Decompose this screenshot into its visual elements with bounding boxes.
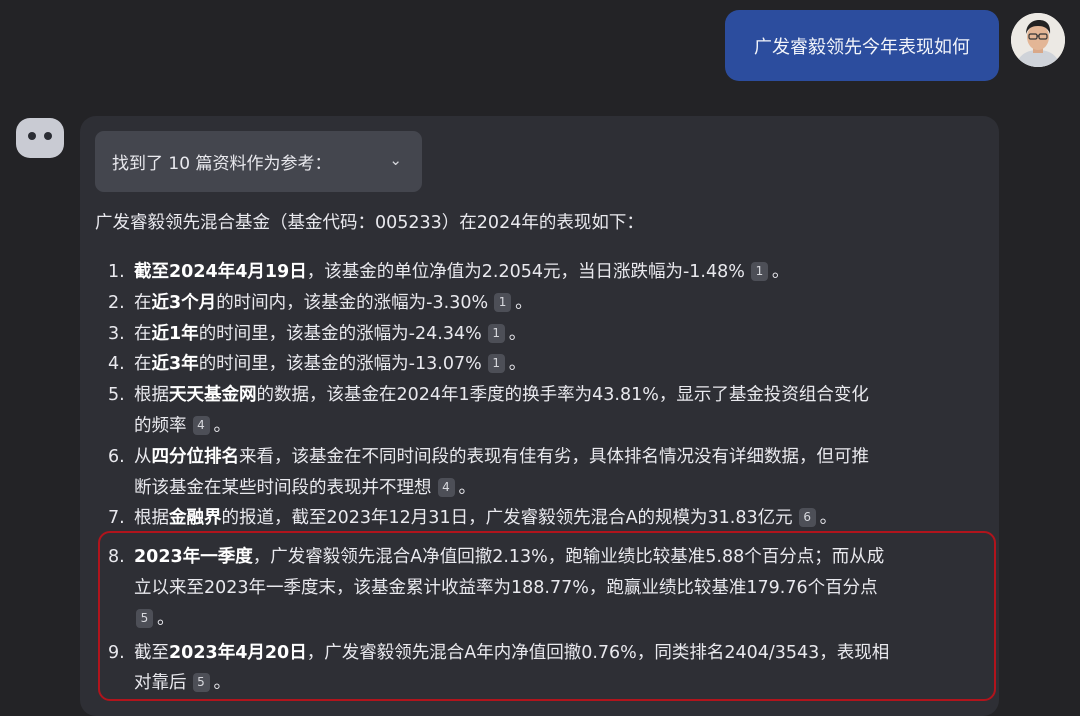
list-item-text: 截至2024年4月19日，该基金的单位净值为2.2054元，当日涨跌幅为-1.4… xyxy=(134,257,789,287)
text-segment: 。 xyxy=(508,323,527,344)
list-item-text: 在近3个月的时间内，该基金的涨幅为-3.30% 1。 xyxy=(134,288,533,318)
list-item-text: 根据金融界的报道，截至2023年12月31日，广发睿毅领先混合A的规模为31.8… xyxy=(134,503,837,533)
bold-keyword: 金融界 xyxy=(169,508,222,529)
text-segment: 。 xyxy=(213,673,232,694)
text-segment: 。 xyxy=(458,477,477,498)
list-item: 1. 截至2024年4月19日，该基金的单位净值为2.2054元，当日涨跌幅为-1… xyxy=(0,257,1000,287)
citation-badge[interactable]: 1 xyxy=(487,354,505,374)
text-segment: 的时间里，该基金的涨幅为-13.07% xyxy=(198,354,482,375)
list-item-text: 的频率 4。 xyxy=(134,411,231,441)
list-item-text: 5。 xyxy=(134,604,175,634)
user-message-bubble: 广发睿毅领先今年表现如何 xyxy=(725,10,999,81)
bold-keyword: 近3年 xyxy=(151,354,199,375)
text-segment: ，该基金的单位净值为2.2054元，当日涨跌幅为-1.48% xyxy=(306,262,745,282)
list-item-text: 立以来至2023年一季度末，该基金累计收益率为188.77%，跑赢业绩比较基准1… xyxy=(134,573,878,603)
text-segment: 。 xyxy=(508,354,527,375)
assistant-avatar-eye-left xyxy=(28,132,36,140)
text-segment: 根据 xyxy=(134,508,169,529)
list-item-number: 9. xyxy=(108,642,125,663)
text-segment: 。 xyxy=(157,608,175,629)
list-item-number: 2. xyxy=(108,292,125,313)
citation-badge[interactable]: 5 xyxy=(192,673,210,693)
assistant-avatar-eye-right xyxy=(44,132,52,140)
list-item: 立以来至2023年一季度末，该基金累计收益率为188.77%，跑赢业绩比较基准1… xyxy=(0,573,1000,603)
list-item-text: 截至2023年4月20日，广发睿毅领先混合A年内净值回撤0.76%，同类排名24… xyxy=(134,638,889,668)
list-item: 9. 截至2023年4月20日，广发睿毅领先混合A年内净值回撤0.76%，同类排名… xyxy=(0,638,1000,668)
citation-badge[interactable]: 1 xyxy=(487,323,505,343)
list-item-text: 2023年一季度，广发睿毅领先混合A净值回撤2.13%，跑输业绩比较基准5.88… xyxy=(134,542,884,572)
list-item-text: 断该基金在某些时间段的表现并不理想 4。 xyxy=(134,473,476,503)
bold-keyword: 2023年一季度 xyxy=(134,547,253,568)
list-item-number: 3. xyxy=(108,323,125,344)
list-item-text: 根据天天基金网的数据，该基金在2024年1季度的换手率为43.81%，显示了基金… xyxy=(134,380,869,410)
citation-badge[interactable]: 6 xyxy=(798,508,816,528)
list-item: 5. 根据天天基金网的数据，该基金在2024年1季度的换手率为43.81%，显示了… xyxy=(0,380,1000,410)
text-segment: 的时间内，该基金的涨幅为-3.30% xyxy=(216,292,489,313)
list-item-text: 在近3年的时间里，该基金的涨幅为-13.07% 1。 xyxy=(134,349,526,379)
citation-badge[interactable]: 5 xyxy=(136,608,153,628)
list-item: 的频率 4。 xyxy=(0,411,1000,441)
list-item: 5。 xyxy=(0,604,1000,634)
list-item: 3. 在近1年的时间里，该基金的涨幅为-24.34% 1。 xyxy=(0,319,1000,349)
list-item-text: 对靠后 5。 xyxy=(134,668,231,698)
text-segment: 在 xyxy=(134,354,152,375)
citation-badge[interactable]: 4 xyxy=(437,477,455,497)
references-toggle-label: 找到了 10 篇资料作为参考： xyxy=(112,154,332,174)
list-item: 4. 在近3年的时间里，该基金的涨幅为-13.07% 1。 xyxy=(0,349,1000,379)
text-segment: 的数据，该基金在2024年1季度的换手率为43.81%，显示了基金投资组合变化 xyxy=(256,385,869,406)
list-item: 2. 在近3个月的时间内，该基金的涨幅为-3.30% 1。 xyxy=(0,288,1000,318)
list-item-text: 在近1年的时间里，该基金的涨幅为-24.34% 1。 xyxy=(134,319,526,349)
list-item: 6. 从四分位排名来看，该基金在不同时间段的表现有佳有劣，具体排名情况没有详细数据… xyxy=(0,442,1000,472)
citation-badge[interactable]: 1 xyxy=(494,292,512,312)
text-segment: 的报道，截至2023年12月31日，广发睿毅领先混合A的规模为31.83亿元 xyxy=(221,508,793,529)
response-intro: 广发睿毅领先混合基金（基金代码：005233）在2024年的表现如下： xyxy=(95,213,644,233)
text-segment: 。 xyxy=(213,416,232,436)
list-item-number: 8. xyxy=(108,547,125,568)
bold-keyword: 天天基金网 xyxy=(169,385,257,406)
citation-badge[interactable]: 4 xyxy=(192,416,210,435)
assistant-avatar xyxy=(16,118,64,158)
text-segment: 根据 xyxy=(134,385,169,406)
user-avatar[interactable] xyxy=(1011,13,1065,67)
text-segment: ，广发睿毅领先混合A净值回撤2.13%，跑输业绩比较基准5.88个百分点；而从成 xyxy=(252,547,885,568)
text-segment: 。 xyxy=(771,262,790,282)
text-segment: 立以来至2023年一季度末，该基金累计收益率为188.77%，跑赢业绩比较基准1… xyxy=(134,578,878,598)
references-toggle-button[interactable]: 找到了 10 篇资料作为参考： ⌄ xyxy=(95,131,422,192)
list-item-text: 从四分位排名来看，该基金在不同时间段的表现有佳有劣，具体排名情况没有详细数据，但… xyxy=(134,442,869,472)
text-segment: 的时间里，该基金的涨幅为-24.34% xyxy=(198,323,482,344)
text-segment: 来看，该基金在不同时间段的表现有佳有劣，具体排名情况没有详细数据，但可推 xyxy=(239,446,869,467)
bold-keyword: 近1年 xyxy=(151,323,199,344)
list-item: 8. 2023年一季度，广发睿毅领先混合A净值回撤2.13%，跑输业绩比较基准5.… xyxy=(0,542,1000,572)
text-segment: 断该基金在某些时间段的表现并不理想 xyxy=(134,477,432,498)
bold-keyword: 近3个月 xyxy=(151,292,217,313)
text-segment: 从 xyxy=(134,446,152,467)
list-item: 断该基金在某些时间段的表现并不理想 4。 xyxy=(0,473,1000,503)
user-avatar-icon xyxy=(1011,13,1065,67)
list-item: 对靠后 5。 xyxy=(0,668,1000,698)
text-segment: ，广发睿毅领先混合A年内净值回撤0.76%，同类排名2404/3543，表现相 xyxy=(306,642,890,663)
list-item-number: 5. xyxy=(108,385,125,406)
text-segment: 对靠后 xyxy=(134,673,187,694)
text-segment: 在 xyxy=(134,323,152,344)
text-segment: 。 xyxy=(819,508,838,529)
citation-badge[interactable]: 1 xyxy=(750,262,768,281)
text-segment: 截至 xyxy=(134,642,169,663)
text-segment: 的频率 xyxy=(134,416,187,436)
text-segment: 。 xyxy=(515,292,533,313)
list-item-number: 7. xyxy=(108,508,125,529)
text-segment: 在 xyxy=(134,292,152,313)
bold-keyword: 四分位排名 xyxy=(151,446,240,467)
bold-keyword: 2023年4月20日 xyxy=(169,642,307,663)
list-item-number: 6. xyxy=(108,446,125,467)
list-item-number: 4. xyxy=(108,354,125,375)
list-item-number: 1. xyxy=(108,262,125,282)
chevron-down-icon: ⌄ xyxy=(389,151,402,169)
bold-keyword: 截至2024年4月19日 xyxy=(134,262,307,282)
list-item: 7. 根据金融界的报道，截至2023年12月31日，广发睿毅领先混合A的规模为31… xyxy=(0,503,1000,533)
user-message-text: 广发睿毅领先今年表现如何 xyxy=(754,36,970,58)
